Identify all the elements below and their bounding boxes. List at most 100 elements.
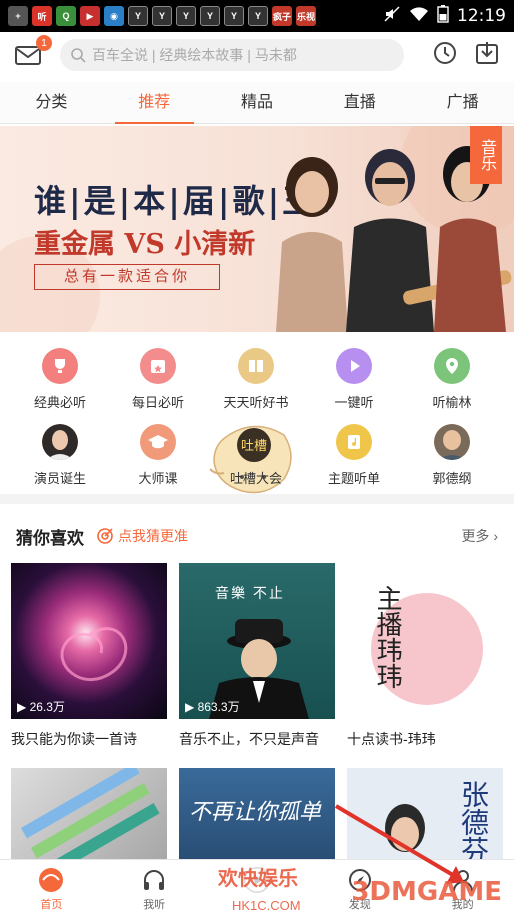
grid-item-classic[interactable]: 经典必听 [10, 348, 110, 411]
tab-live[interactable]: 直播 [308, 82, 411, 123]
grid-item-books[interactable]: 天天听好书 [206, 348, 306, 411]
category-tabs: 分类 推荐 精品 直播 广播 [0, 82, 514, 124]
app-icon-y2: Y [152, 6, 172, 26]
grid-label: 每日必听 [131, 395, 184, 410]
album-cover: 主播玮玮 ▶ 746.4万 [347, 563, 503, 719]
watermark-site-name: 欢快娱乐 [218, 868, 298, 890]
top-bar: 1 百车全说 | 经典绘本故事 | 马未都 [0, 32, 514, 78]
watermark-site-url: HK1C.COM [232, 898, 301, 913]
home-icon [37, 866, 65, 894]
grid-label: 主题听单 [327, 471, 380, 486]
banner-tag: 音乐 [470, 126, 502, 184]
video-icon: ▶ [80, 6, 100, 26]
album-card[interactable]: 音樂 不止 ▶ 863.3万 音乐不止，不只是声音 [179, 563, 335, 749]
watermark-brand: 3DMGAME [351, 877, 502, 907]
location-icon [434, 348, 470, 384]
nav-label: 我听 [143, 899, 166, 911]
app-icon-y5: Y [224, 6, 244, 26]
promo-banner[interactable]: 谁|是|本|届|歌|王? 重金属 VS 小清新 总有一款适合你 音乐 [0, 126, 514, 332]
wifi-icon [409, 6, 429, 27]
section-divider [0, 494, 514, 504]
guess-subtitle: 点我猜更准 [118, 528, 188, 544]
grid-item-actor[interactable]: 演员诞生 [10, 424, 110, 487]
chevron-right-icon: › [493, 528, 498, 544]
guo-avatar [434, 424, 470, 460]
nav-listen[interactable]: 我听 [103, 860, 206, 917]
album-title: 音乐不止，不只是声音 [179, 731, 319, 747]
refine-guess-button[interactable]: 点我猜更准 [96, 526, 188, 546]
download-icon [476, 41, 498, 64]
grid-item-daily[interactable]: 每日必听 [108, 348, 208, 411]
grid-item-guo[interactable]: 郭德纲 [402, 424, 502, 487]
album-cover: ▶ 26.3万 [11, 563, 167, 719]
grid-label: 郭德纲 [432, 471, 472, 486]
trophy-icon [42, 348, 78, 384]
grid-label: 吐槽大会 [229, 471, 282, 486]
music-note-icon [336, 424, 372, 460]
target-icon [97, 528, 113, 544]
mascot-text: 吐槽 [241, 439, 267, 454]
more-label: 更多 [461, 528, 490, 544]
add-icon: + [8, 6, 28, 26]
tab-premium[interactable]: 精品 [206, 82, 309, 123]
banner-subheadline: 重金属 VS 小清新 [34, 229, 256, 260]
play-icon [336, 348, 372, 384]
search-placeholder: 百车全说 | 经典绘本故事 | 马未都 [92, 47, 297, 63]
grid-label: 一键听 [334, 395, 374, 410]
history-button[interactable] [432, 40, 458, 71]
calendar-icon [140, 348, 176, 384]
grid-item-topic[interactable]: 主题听单 [304, 424, 404, 487]
graduation-cap-icon [140, 424, 176, 460]
album-cover: 音樂 不止 ▶ 863.3万 [179, 563, 335, 719]
grid-item-master[interactable]: 大师课 [108, 424, 208, 487]
grid-label: 天天听好书 [223, 395, 289, 410]
notification-icons: + 听 Q ▶ ◉ Y Y Y Y Y Y 疯子 乐视 [8, 6, 316, 26]
nav-home[interactable]: 首页 [0, 860, 103, 917]
headphones-icon [140, 866, 168, 894]
guess-title: 猜你喜欢 [16, 528, 84, 548]
clock-icon [434, 41, 456, 64]
mute-icon [383, 5, 401, 28]
book-icon [238, 348, 274, 384]
nav-label: 首页 [40, 899, 63, 911]
guess-header: 猜你喜欢 点我猜更准 更多 › [16, 516, 498, 556]
grid-label: 听榆林 [432, 395, 472, 410]
search-input[interactable]: 百车全说 | 经典绘本故事 | 马未都 [60, 39, 404, 71]
album-card[interactable]: ▶ 26.3万 我只能为你读一首诗 [11, 563, 167, 749]
actor-avatar [42, 424, 78, 460]
feature-grid: 经典必听 每日必听 天天听好书 一键听 听榆林 演员诞生 大师课 吐槽大会 主题… [0, 340, 514, 490]
download-button[interactable] [474, 40, 500, 71]
banner-tagline: 总有一款适合你 [34, 264, 220, 290]
app-icon-ting: 听 [32, 6, 52, 26]
tab-recommend[interactable]: 推荐 [103, 82, 206, 124]
message-button[interactable]: 1 [14, 35, 52, 67]
status-bar: + 听 Q ▶ ◉ Y Y Y Y Y Y 疯子 乐视 12:19 [0, 0, 514, 32]
app-icon-blue: ◉ [104, 6, 124, 26]
grid-item-one-click[interactable]: 一键听 [304, 348, 404, 411]
album-title: 十点读书-玮玮 [347, 731, 436, 747]
grid-label: 经典必听 [33, 395, 86, 410]
play-count: ▶ 26.3万 [17, 700, 65, 714]
album-title: 我只能为你读一首诗 [11, 731, 137, 747]
search-icon [71, 48, 86, 63]
play-count: ▶ 863.3万 [185, 700, 240, 714]
app-icon-y4: Y [200, 6, 220, 26]
battery-icon [437, 4, 449, 28]
tab-radio[interactable]: 广播 [411, 82, 514, 123]
grid-item-yulin[interactable]: 听榆林 [402, 348, 502, 411]
cover-text: 不再让你孤单 [189, 800, 322, 825]
clock: 12:19 [457, 6, 506, 26]
play-count: ▶ 746.4万 [353, 700, 408, 714]
more-button[interactable]: 更多 › [461, 526, 498, 546]
app-icon-letv: 乐视 [296, 6, 316, 26]
system-status: 12:19 [383, 4, 506, 28]
app-icon-fengzi: 疯子 [272, 6, 292, 26]
album-card[interactable]: 主播玮玮 ▶ 746.4万 十点读书-玮玮 [347, 563, 503, 749]
grid-label: 演员诞生 [33, 471, 86, 486]
app-icon-y6: Y [248, 6, 268, 26]
tab-category[interactable]: 分类 [0, 82, 103, 123]
app-icon-y1: Y [128, 6, 148, 26]
app-icon-green: Q [56, 6, 76, 26]
cover-text: 主播玮玮 [372, 585, 402, 689]
grid-label: 大师课 [138, 471, 178, 486]
